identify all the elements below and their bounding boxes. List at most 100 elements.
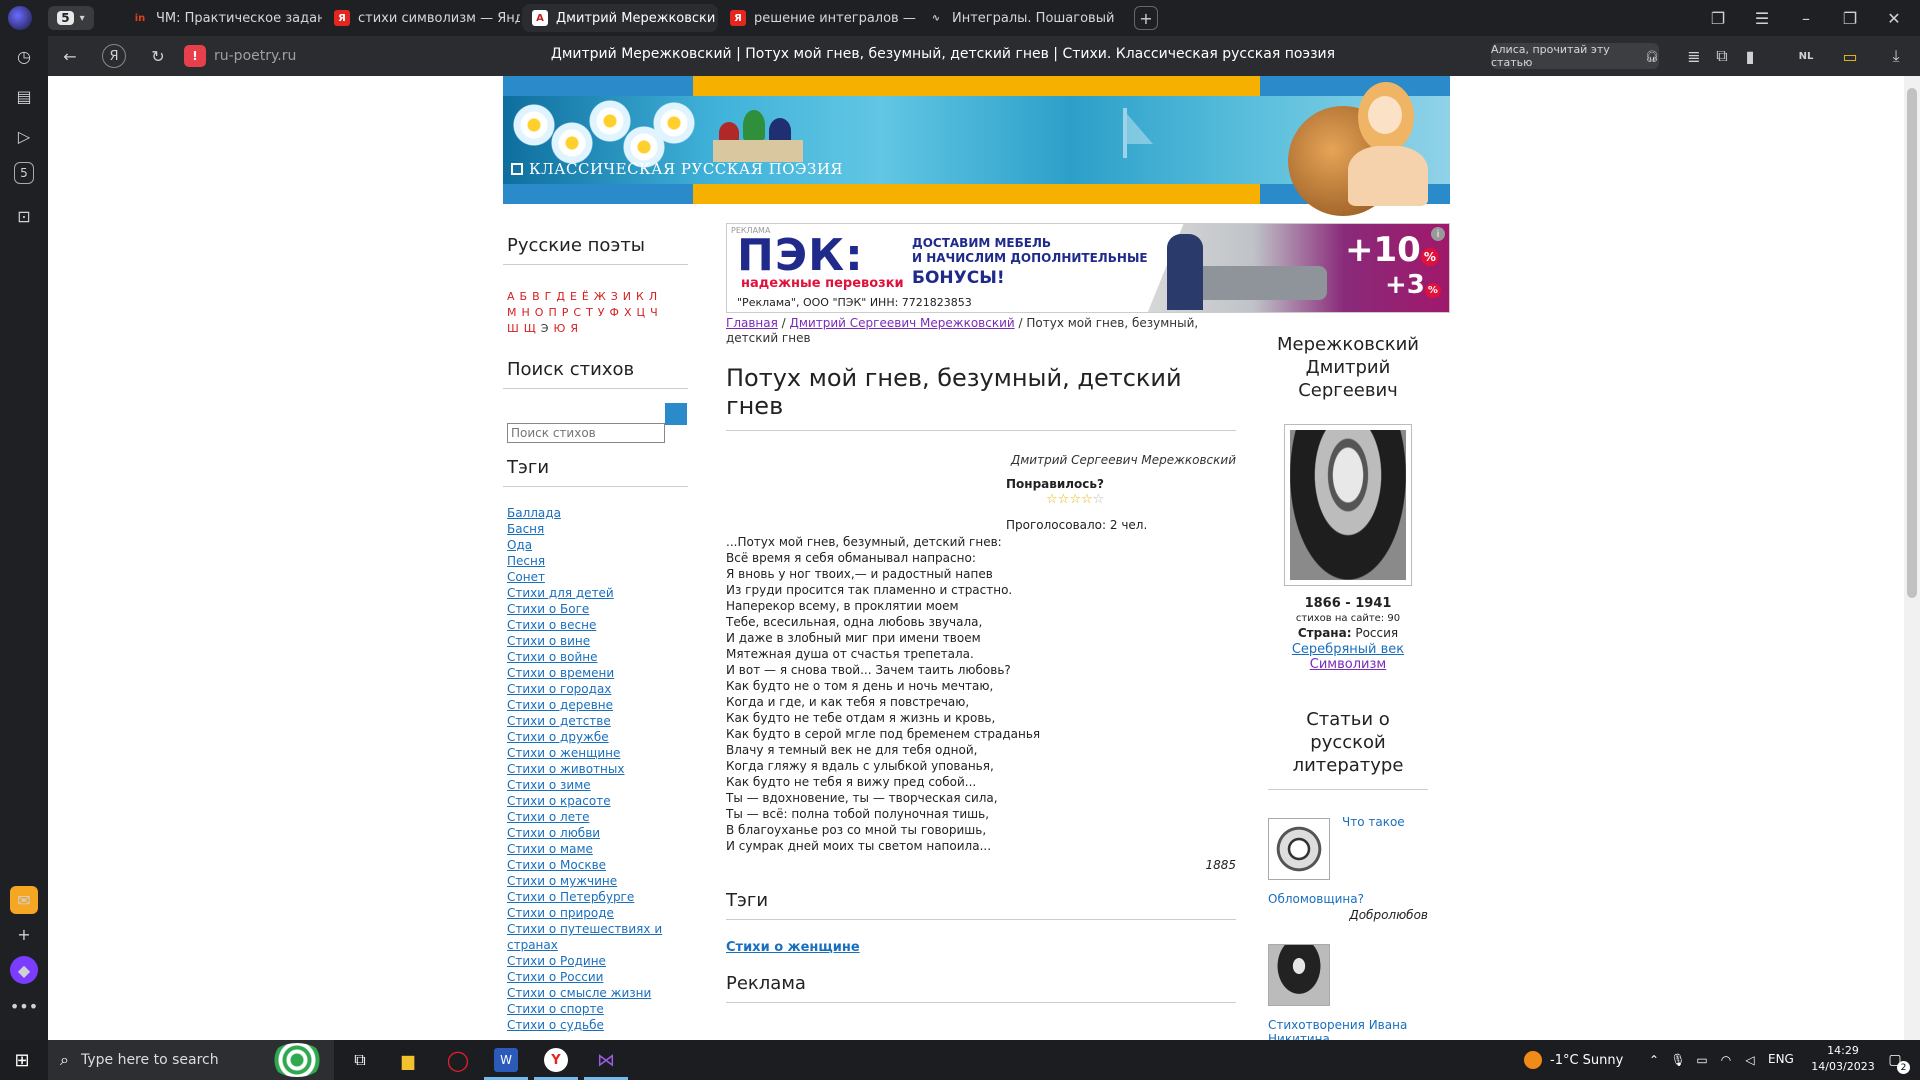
letter-link[interactable]: Ю <box>553 321 566 337</box>
close-window-icon[interactable]: ✕ <box>1882 6 1906 30</box>
letter-link[interactable]: Ф <box>610 305 620 321</box>
tag-link[interactable]: Стихи о маме <box>507 842 593 856</box>
letter-link[interactable]: А <box>507 289 516 305</box>
letter-link[interactable]: С <box>573 305 582 321</box>
back-icon[interactable]: ← <box>58 44 82 68</box>
new-tab-button[interactable]: + <box>1134 6 1158 30</box>
file-explorer-icon[interactable]: ▆ <box>396 1048 420 1072</box>
letter-link[interactable]: Т <box>586 305 594 321</box>
letter-link[interactable]: Ц <box>637 305 647 321</box>
task-view-icon[interactable]: ⧉ <box>348 1048 372 1072</box>
letter-link[interactable]: З <box>611 289 619 305</box>
tray-chevron-icon[interactable]: ⌃ <box>1644 1050 1664 1070</box>
notification-center[interactable]: ▢ 2 <box>1882 1048 1910 1074</box>
ad-banner[interactable]: РЕКЛАМА ПЭК: надежные перевозки ДОСТАВИМ… <box>726 223 1450 313</box>
alice-icon[interactable]: ◆ <box>10 956 38 984</box>
letter-link[interactable]: Л <box>649 289 658 305</box>
reload-icon[interactable]: ↻ <box>146 44 170 68</box>
add-app-icon[interactable]: + <box>10 920 38 948</box>
poem-tag-link[interactable]: Стихи о женщине <box>726 940 1236 955</box>
tag-link[interactable]: Стихи о красоте <box>507 794 611 808</box>
tab-5[interactable]: ∿ Интегралы. Пошаговый к <box>918 4 1114 32</box>
clock[interactable]: 14:29 14/03/2023 <box>1808 1043 1878 1075</box>
article-1-title-a[interactable]: Что такое <box>1342 815 1405 829</box>
word-icon[interactable]: W <box>494 1048 518 1072</box>
weather-widget[interactable]: -1°C Sunny <box>1524 1040 1623 1080</box>
letter-link[interactable]: К <box>636 289 645 305</box>
tag-link[interactable]: Стихи о животных <box>507 762 624 776</box>
windows-start-icon[interactable]: ⊞ <box>10 1048 34 1072</box>
rating-stars[interactable]: ☆☆☆☆☆ <box>1046 491 1236 506</box>
tag-link[interactable]: Стихи о войне <box>507 650 597 664</box>
letter-link[interactable]: В <box>532 289 541 305</box>
maximize-icon[interactable]: ❐ <box>1838 6 1862 30</box>
star-icon[interactable]: ☆ <box>1081 492 1093 507</box>
letter-link[interactable]: Я <box>570 321 579 337</box>
collections-icon[interactable]: ▤ <box>10 82 38 110</box>
tag-link[interactable]: Стихи о женщине <box>507 746 620 760</box>
tag-link[interactable]: Стихи о Петербурге <box>507 890 634 904</box>
tab-2[interactable]: Я стихи символизм — Янде <box>324 4 520 32</box>
video-icon[interactable]: ▷ <box>10 122 38 150</box>
letter-link[interactable]: Н <box>522 305 531 321</box>
letter-link[interactable]: Р <box>562 305 570 321</box>
workspace-5-icon[interactable]: 5 <box>14 162 34 184</box>
tag-link[interactable]: Стихи о деревне <box>507 698 613 712</box>
wifi-icon[interactable]: ◠ <box>1716 1050 1736 1070</box>
tag-link[interactable]: Стихи о Родине <box>507 954 606 968</box>
letter-link[interactable]: Щ <box>524 321 537 337</box>
opera-icon[interactable]: ◯ <box>446 1048 470 1072</box>
letter-link[interactable]: Б <box>520 289 529 305</box>
menu-icon[interactable]: ☰ <box>1750 6 1774 30</box>
letter-link[interactable]: Э <box>541 321 550 337</box>
article-1[interactable]: Что такое Обломовщина? Добролюбов <box>1268 815 1428 928</box>
mail-app-icon[interactable]: ✉ <box>10 886 38 914</box>
minimize-icon[interactable]: – <box>1794 6 1818 30</box>
page-scrollbar[interactable] <box>1904 76 1920 1040</box>
letter-link[interactable]: П <box>548 305 557 321</box>
star-icon[interactable]: ☆ <box>1058 492 1070 507</box>
volume-icon[interactable]: ◁ <box>1740 1050 1760 1070</box>
tag-link[interactable]: Стихи о Москве <box>507 858 606 872</box>
tag-link[interactable]: Стихи о времени <box>507 666 614 680</box>
address-field[interactable]: ! ru-poetry.ru <box>184 43 310 69</box>
reader-mode-icon[interactable]: ≣ <box>1682 44 1706 68</box>
tab-4[interactable]: Я решение интегралов — Я <box>720 4 916 32</box>
search-button[interactable] <box>665 403 687 425</box>
tab-3-active[interactable]: A Дмитрий Мережковски ✕ <box>522 4 718 32</box>
article-2-title[interactable]: Стихотворения Ивана Никитина <box>1268 1018 1428 1040</box>
alice-read-button[interactable]: Алиса, прочитай эту статью 🎧︎ <box>1491 43 1659 69</box>
letter-link[interactable]: Е <box>570 289 578 305</box>
letter-link[interactable]: И <box>623 289 632 305</box>
star-icon[interactable]: ☆ <box>1046 492 1058 507</box>
breadcrumb-home-link[interactable]: Главная <box>726 316 778 330</box>
search-input[interactable] <box>507 423 665 443</box>
browser-logo-icon[interactable] <box>8 6 32 30</box>
star-icon[interactable]: ☆ <box>1093 492 1105 507</box>
tag-link[interactable]: Стихи о природе <box>507 906 614 920</box>
tag-link[interactable]: Стихи о спорте <box>507 1002 604 1016</box>
tag-link[interactable]: Стихи о зиме <box>507 778 591 792</box>
tag-link[interactable]: Стихи для детей <box>507 586 614 600</box>
silver-age-link[interactable]: Серебряный век <box>1268 642 1428 657</box>
tag-link[interactable]: Стихи о России <box>507 970 603 984</box>
yandex-browser-icon[interactable]: Y <box>544 1048 568 1072</box>
tag-link[interactable]: Стихи о вине <box>507 634 590 648</box>
download-icon[interactable]: ⤓ <box>1884 44 1908 68</box>
article-1-title-b[interactable]: Обломовщина? <box>1268 892 1364 906</box>
breadcrumb-author-link[interactable]: Дмитрий Сергеевич Мережковский <box>790 316 1015 330</box>
letter-link[interactable]: О <box>535 305 545 321</box>
letter-link[interactable]: Ё <box>582 289 590 305</box>
site-banner[interactable]: КЛАССИЧЕСКАЯ РУССКАЯ ПОЭЗИЯ <box>503 76 1450 221</box>
star-icon[interactable]: ☆ <box>1069 492 1081 507</box>
letter-link[interactable]: Ч <box>650 305 659 321</box>
language-indicator[interactable]: ENG <box>1768 1052 1794 1066</box>
tag-link[interactable]: Стихи о любви <box>507 826 600 840</box>
battery-tray-icon[interactable]: ▭ <box>1692 1050 1712 1070</box>
letter-link[interactable]: Ж <box>594 289 607 305</box>
letter-link[interactable]: У <box>598 305 606 321</box>
tag-link[interactable]: Басня <box>507 522 544 536</box>
tag-link[interactable]: Песня <box>507 554 545 568</box>
vpn-extension-icon[interactable]: NL <box>1794 44 1818 68</box>
letter-link[interactable]: Х <box>624 305 633 321</box>
